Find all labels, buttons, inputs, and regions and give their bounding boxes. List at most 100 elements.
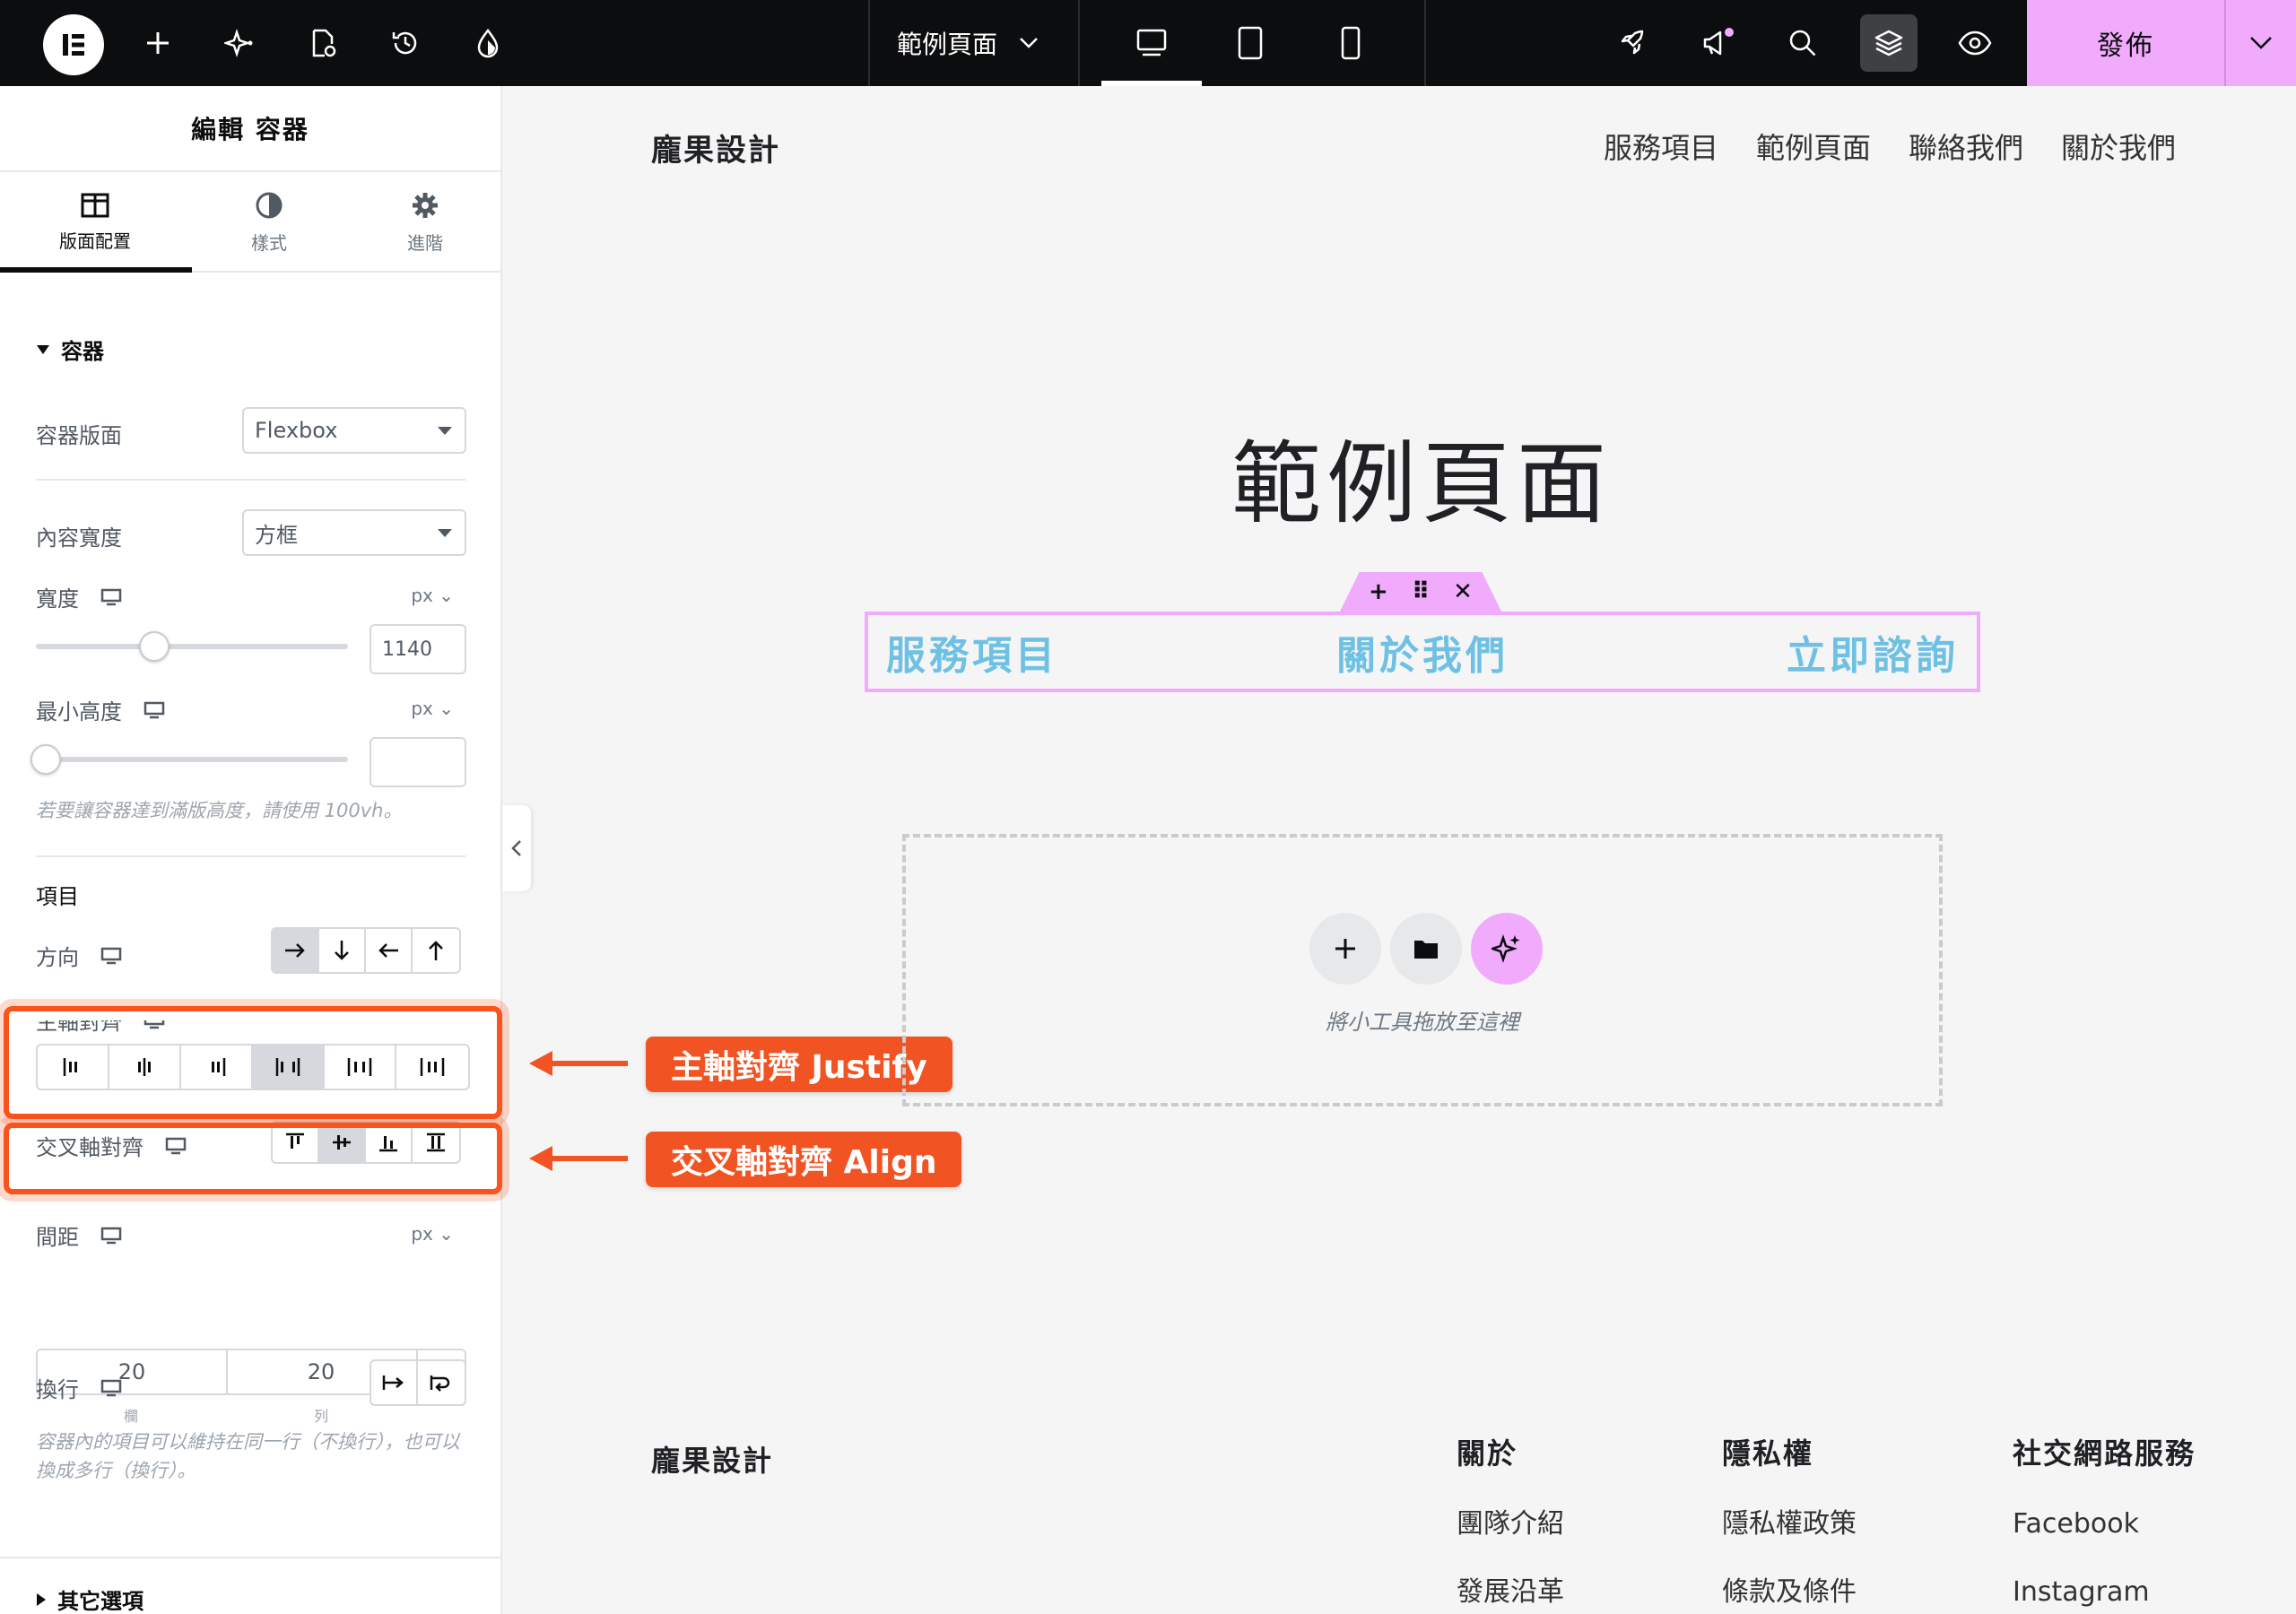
notifications-button[interactable]: [1690, 14, 1747, 72]
collapse-panel-button[interactable]: [502, 805, 531, 891]
desktop-view-button[interactable]: [1123, 14, 1180, 72]
add-template-button[interactable]: [1390, 913, 1462, 985]
arrow-left-icon: [529, 1146, 628, 1171]
launch-button[interactable]: [1604, 14, 1661, 72]
width-unit-select[interactable]: px ⌄: [411, 585, 454, 606]
wrap-hint: 容器內的項目可以維持在同一行（不換行），也可以換成多行（換行）。: [36, 1431, 460, 1481]
mobile-view-button[interactable]: [1322, 14, 1379, 72]
site-nav: 服務項目 範例頁面 聯絡我們 關於我們: [1604, 126, 2176, 167]
container-link[interactable]: 關於我們: [1336, 623, 1509, 681]
editor-panel: 編輯 容器 版面配置 樣式 進階 容器 容器版面 Flexbox 內容寬度 方框…: [0, 86, 502, 1614]
divider: [1078, 0, 1080, 86]
footer-link[interactable]: Instagram: [2013, 1575, 2196, 1614]
caret-down-icon: [438, 529, 452, 537]
nav-link[interactable]: 關於我們: [2061, 126, 2176, 167]
tab-layout[interactable]: 版面配置: [5, 172, 185, 273]
gap-unit-select[interactable]: px ⌄: [411, 1223, 454, 1245]
publish-options-button[interactable]: [2224, 0, 2296, 86]
min-height-hint: 若要讓容器達到滿版高度，請使用 100vh。: [36, 800, 403, 821]
sparkle-icon: [224, 29, 253, 57]
page-settings-button[interactable]: [294, 14, 352, 72]
wrap-control: [370, 1359, 466, 1406]
caret-down-icon: [438, 427, 452, 435]
selected-container[interactable]: 服務項目 關於我們 立即諮詢: [865, 612, 1980, 692]
close-icon[interactable]: ✕: [1453, 578, 1473, 605]
no-wrap-button[interactable]: [371, 1361, 418, 1404]
elementor-logo[interactable]: [43, 14, 104, 75]
ai-button[interactable]: [212, 14, 269, 72]
width-slider-handle[interactable]: [139, 631, 170, 662]
arrow-down-icon: [335, 941, 349, 960]
container-layout-label: 容器版面: [36, 423, 122, 448]
site-settings-button[interactable]: [459, 14, 517, 72]
wrap-button[interactable]: [418, 1361, 465, 1404]
width-label: 寬度: [36, 581, 122, 612]
search-button[interactable]: [1774, 14, 1831, 72]
tablet-view-button[interactable]: [1222, 14, 1279, 72]
footer-link[interactable]: 團隊介紹: [1457, 1506, 1564, 1575]
folder-icon: [1414, 941, 1438, 959]
footer-column-about: 關於 團隊介紹 發展沿革: [1457, 1431, 1564, 1614]
footer-column-privacy: 隱私權 隱私權政策 條款及條件: [1722, 1431, 1857, 1614]
history-button[interactable]: [377, 14, 434, 72]
container-layout-select[interactable]: Flexbox: [242, 407, 466, 454]
arrow-right-icon: [285, 943, 305, 958]
drop-hint: 將小工具拖放至這裡: [1326, 1010, 1519, 1035]
direction-row-reverse-button[interactable]: [366, 929, 413, 972]
tab-advanced[interactable]: 進階: [335, 172, 500, 273]
ai-generate-button[interactable]: [1471, 913, 1543, 985]
nav-link[interactable]: 服務項目: [1604, 126, 1718, 167]
footer-brand[interactable]: 龐果設計: [651, 1438, 773, 1480]
section-toggle-container[interactable]: 容器: [36, 334, 104, 365]
hero-title[interactable]: 範例頁面: [951, 411, 1892, 541]
tab-label: 進階: [407, 231, 443, 254]
gear-icon: [413, 192, 438, 218]
add-icon[interactable]: +: [1369, 578, 1388, 605]
desktop-icon: [100, 1227, 122, 1244]
section-title: 容器: [61, 339, 104, 364]
desktop-icon: [100, 588, 122, 605]
drag-handle-icon[interactable]: ⠿: [1412, 578, 1430, 605]
footer-heading: 社交網路服務: [2013, 1436, 2196, 1471]
width-slider[interactable]: [36, 644, 348, 649]
active-tab-indicator: [0, 267, 192, 273]
eye-icon: [1958, 30, 1992, 56]
footer-link[interactable]: 隱私權政策: [1722, 1506, 1857, 1575]
add-section-button[interactable]: [1309, 913, 1381, 985]
min-height-slider[interactable]: [36, 757, 348, 762]
footer-link[interactable]: Facebook: [2013, 1506, 2196, 1575]
align-callout: 交叉軸對齊 Align: [646, 1132, 962, 1187]
direction-row-button[interactable]: [273, 929, 319, 972]
container-link[interactable]: 服務項目: [886, 623, 1058, 681]
caret-down-icon: [37, 344, 49, 354]
plus-icon: [1335, 939, 1355, 959]
empty-container-drop-zone[interactable]: 將小工具拖放至這裡: [902, 834, 1943, 1106]
nav-link[interactable]: 範例頁面: [1756, 126, 1871, 167]
direction-column-button[interactable]: [319, 929, 366, 972]
divider: [1424, 0, 1426, 86]
tab-label: 樣式: [251, 231, 287, 254]
footer-link[interactable]: 條款及條件: [1722, 1575, 1857, 1614]
select-value: Flexbox: [255, 418, 338, 443]
add-element-button[interactable]: [129, 14, 187, 72]
min-height-input[interactable]: [370, 737, 466, 787]
tab-style[interactable]: 樣式: [179, 172, 359, 273]
sparkle-icon: [1492, 934, 1520, 963]
min-height-slider-handle[interactable]: [30, 744, 61, 775]
min-height-unit-select[interactable]: px ⌄: [411, 698, 454, 719]
preview-button[interactable]: [1946, 14, 2004, 72]
container-link[interactable]: 立即諮詢: [1787, 623, 1959, 681]
publish-button[interactable]: 發佈: [2027, 0, 2224, 86]
section-toggle-other-options[interactable]: 其它選項: [0, 1557, 500, 1614]
width-input[interactable]: 1140: [370, 624, 466, 674]
droplet-icon: [477, 28, 499, 58]
content-width-select[interactable]: 方框: [242, 509, 466, 556]
page-selector[interactable]: 範例頁面: [897, 0, 1039, 86]
nav-link[interactable]: 聯絡我們: [1909, 126, 2023, 167]
history-icon: [392, 31, 417, 55]
direction-column-reverse-button[interactable]: [413, 929, 459, 972]
site-logo-text[interactable]: 龐果設計: [651, 126, 780, 169]
footer-link[interactable]: 發展沿革: [1457, 1575, 1564, 1614]
structure-button[interactable]: [1860, 14, 1918, 72]
no-wrap-icon: [382, 1375, 404, 1390]
